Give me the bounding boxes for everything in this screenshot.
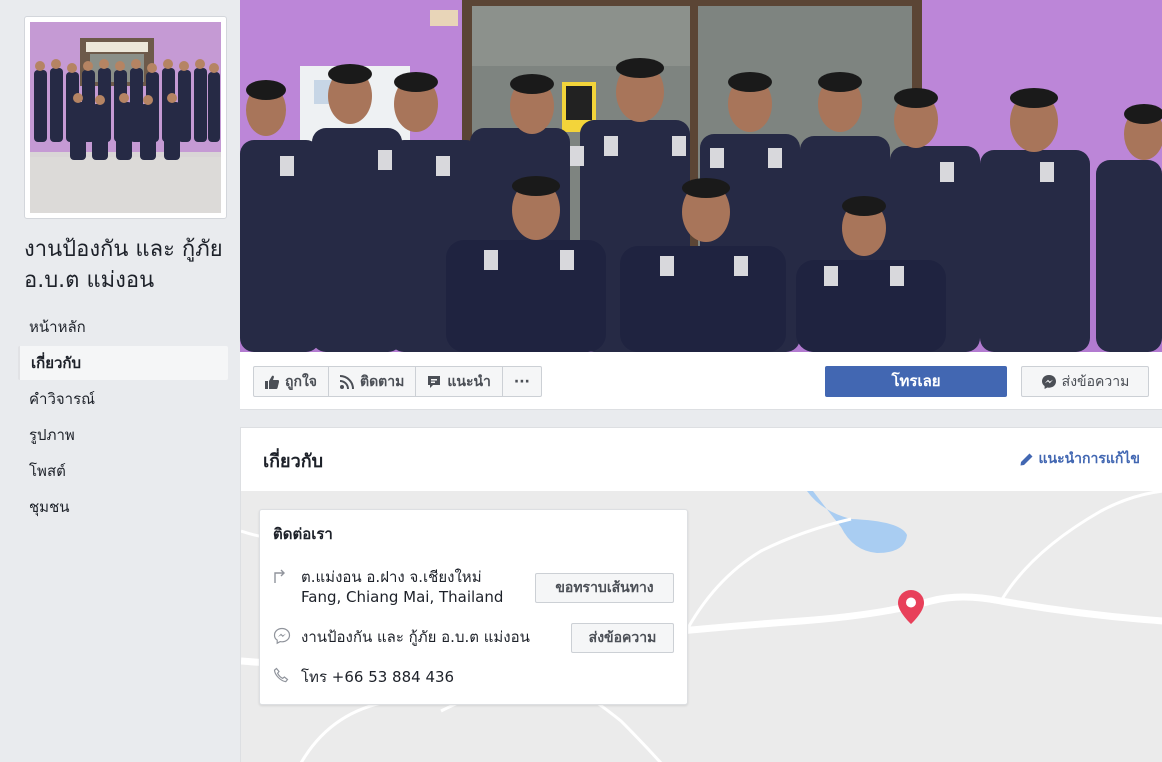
profile-picture[interactable] <box>30 22 221 213</box>
sidebar-item-reviews[interactable]: คำวิจารณ์ <box>18 382 228 416</box>
about-card: เกี่ยวกับ แนะนำการแก้ไข ติดต่อเรา ต.แม่ง… <box>240 427 1162 762</box>
send-message-button[interactable]: ส่งข้อความ <box>1021 366 1149 397</box>
contact-send-message-button[interactable]: ส่งข้อความ <box>571 623 674 653</box>
profile-picture-frame[interactable] <box>24 16 227 219</box>
phone-icon <box>273 667 291 683</box>
sidebar-item-posts[interactable]: โพสต์ <box>18 454 228 488</box>
contact-title: ติดต่อเรา <box>273 525 333 543</box>
phone-text[interactable]: โทร +66 53 884 436 <box>301 667 454 687</box>
cover-photo[interactable] <box>240 0 1162 352</box>
rss-icon <box>340 374 354 389</box>
page-title: งานป้องกัน และ กู้ภัย อ.บ.ต แม่งอน <box>24 237 223 293</box>
recommend-button[interactable]: แนะนำ <box>416 367 503 396</box>
messenger-row: งานป้องกัน และ กู้ภัย อ.บ.ต แม่งอน <box>273 627 530 647</box>
follow-label: ติดตาม <box>360 373 405 390</box>
get-directions-button[interactable]: ขอทราบเส้นทาง <box>535 573 674 603</box>
sidebar-item-about[interactable]: เกี่ยวกับ <box>18 346 228 380</box>
follow-button[interactable]: ติดตาม <box>329 367 417 396</box>
phone-row: โทร +66 53 884 436 <box>273 667 454 687</box>
suggest-edit-label: แนะนำการแก้ไข <box>1038 451 1140 467</box>
sidebar-item-home[interactable]: หน้าหลัก <box>18 310 228 344</box>
address-line-1: ต.แม่งอน อ.ฝาง จ.เชียงใหม่ <box>301 568 482 586</box>
like-label: ถูกใจ <box>285 373 317 390</box>
sidebar-item-community[interactable]: ชุมชน <box>18 490 228 524</box>
suggest-edit-link[interactable]: แนะนำการแก้ไข <box>1020 448 1140 470</box>
more-options-button[interactable]: ··· <box>503 367 541 396</box>
about-title: เกี่ยวกับ <box>263 451 324 472</box>
messenger-name[interactable]: งานป้องกัน และ กู้ภัย อ.บ.ต แม่งอน <box>301 627 530 647</box>
address-row: ต.แม่งอน อ.ฝาง จ.เชียงใหม่ Fang, Chiang … <box>273 567 503 607</box>
contact-card: ติดต่อเรา ต.แม่งอน อ.ฝาง จ.เชียงใหม่ Fan… <box>259 509 688 705</box>
page-action-group: ถูกใจ ติดตาม แนะนำ ··· <box>253 366 542 397</box>
call-now-button[interactable]: โทรเลย <box>825 366 1007 397</box>
address-line-2: Fang, Chiang Mai, Thailand <box>301 588 504 606</box>
messenger-icon <box>273 627 291 645</box>
sidebar-item-photos[interactable]: รูปภาพ <box>18 418 228 452</box>
sidebar-nav: หน้าหลัก เกี่ยวกับ คำวิจารณ์ รูปภาพ โพสต… <box>18 310 228 526</box>
send-message-label: ส่งข้อความ <box>1061 373 1130 390</box>
thumbs-up-icon <box>265 375 279 389</box>
directions-icon <box>273 567 291 583</box>
more-options-label: ··· <box>513 373 530 390</box>
recommend-icon <box>427 375 441 389</box>
pencil-icon <box>1020 453 1033 466</box>
page-action-bar: ถูกใจ ติดตาม แนะนำ ··· โทรเลย ส่งข้อความ <box>240 352 1162 410</box>
messenger-icon <box>1041 374 1057 390</box>
left-sidebar: งานป้องกัน และ กู้ภัย อ.บ.ต แม่งอน หน้าห… <box>0 0 240 762</box>
map-pin-icon[interactable] <box>898 590 924 628</box>
address-text: ต.แม่งอน อ.ฝาง จ.เชียงใหม่ Fang, Chiang … <box>301 567 503 607</box>
like-button[interactable]: ถูกใจ <box>254 367 329 396</box>
recommend-label: แนะนำ <box>447 373 491 390</box>
